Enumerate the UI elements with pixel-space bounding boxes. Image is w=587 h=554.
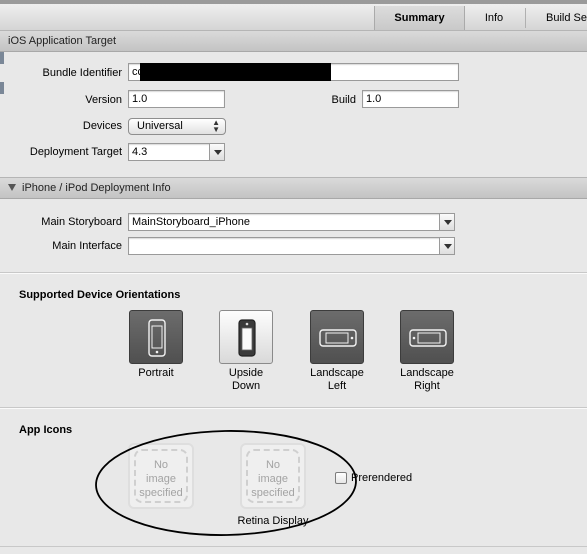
annotation-ellipse <box>95 430 357 536</box>
divider <box>0 546 587 547</box>
